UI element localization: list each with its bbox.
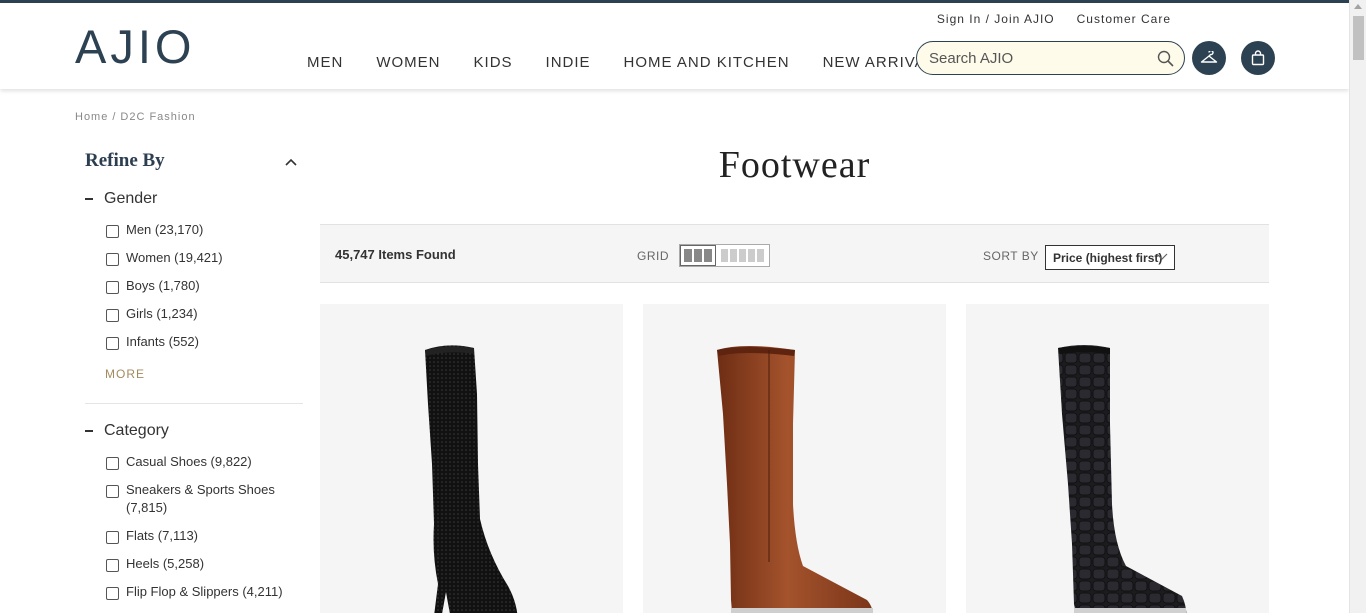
refine-title: Refine By: [85, 150, 165, 171]
customer-care-link[interactable]: Customer Care: [1077, 12, 1171, 26]
facet-gender-heading[interactable]: Gender: [85, 190, 157, 208]
filter-option-label: Flats (7,113): [126, 528, 199, 543]
bag-button[interactable]: [1241, 41, 1275, 75]
items-found-count: 45,747 Items Found: [335, 247, 456, 262]
site-header: AJIO Sign In / Join AJIO Customer Care M…: [0, 3, 1349, 89]
checkbox[interactable]: [106, 337, 119, 350]
nav-home-and-kitchen[interactable]: HOME AND KITCHEN: [624, 54, 790, 71]
facet-gender-label: Gender: [104, 190, 158, 207]
checkbox[interactable]: [106, 309, 119, 322]
breadcrumb-home[interactable]: Home: [75, 111, 108, 123]
nav-men[interactable]: MEN: [307, 54, 343, 71]
filter-option-label: Casual Shoes (9,822): [126, 454, 252, 469]
grid-3-column-button[interactable]: [680, 245, 716, 266]
checkbox[interactable]: [106, 457, 119, 470]
search-input[interactable]: [929, 49, 1149, 67]
chevron-up-icon[interactable]: [285, 156, 297, 168]
grid-5-column-button[interactable]: [716, 245, 769, 266]
facet-category-label: Category: [104, 422, 169, 439]
shopping-bag-icon: [1251, 50, 1265, 66]
checkbox[interactable]: [106, 281, 119, 294]
nav-kids[interactable]: KIDS: [474, 54, 513, 71]
filter-option-men[interactable]: Men (23,170): [106, 221, 203, 239]
filter-option-women[interactable]: Women (19,421): [106, 249, 223, 267]
page-scrollbar[interactable]: [1349, 0, 1366, 613]
filter-option-label: Heels (5,258): [126, 556, 205, 571]
scroll-thumb[interactable]: [1353, 16, 1364, 60]
facet-divider: [85, 403, 303, 404]
search-icon[interactable]: [1157, 50, 1174, 67]
nav-women[interactable]: WOMEN: [376, 54, 440, 71]
hanger-icon: [1200, 51, 1218, 63]
checkbox[interactable]: [106, 253, 119, 266]
filter-option-sneakers[interactable]: Sneakers & Sports Shoes (7,815): [106, 481, 275, 517]
filter-option-label: Girls (1,234): [126, 306, 198, 321]
breadcrumb-separator: /: [112, 111, 117, 123]
product-card[interactable]: [966, 304, 1269, 613]
checkbox[interactable]: [106, 531, 119, 544]
product-card[interactable]: [643, 304, 946, 613]
wishlist-button[interactable]: [1192, 41, 1226, 75]
results-toolbar: 45,747 Items Found GRID SORT BY Price (h…: [320, 224, 1269, 283]
facet-category-heading[interactable]: Category: [85, 422, 169, 440]
nav-indie[interactable]: INDIE: [546, 54, 591, 71]
filter-option-label: Women (19,421): [126, 250, 223, 265]
checkbox[interactable]: [106, 559, 119, 572]
ajio-logo[interactable]: AJIO: [75, 23, 195, 70]
product-card[interactable]: [320, 304, 623, 613]
filter-option-boys[interactable]: Boys (1,780): [106, 277, 200, 295]
more-gender-link[interactable]: MORE: [105, 367, 145, 381]
page-title: Footwear: [718, 144, 871, 186]
filter-option-label-line1: Sneakers & Sports Shoes: [126, 482, 275, 497]
filter-option-flats[interactable]: Flats (7,113): [106, 527, 198, 545]
filter-option-flip-flops[interactable]: Flip Flop & Slippers (4,211): [106, 583, 283, 601]
refine-panel-header: Refine By: [85, 150, 303, 172]
breadcrumb-current: D2C Fashion: [120, 111, 196, 123]
collapse-minus-icon: [85, 430, 93, 432]
grid-label: GRID: [637, 249, 669, 263]
chevron-down-icon: [1156, 253, 1168, 260]
filter-option-label: Boys (1,780): [126, 278, 200, 293]
sort-label: SORT BY: [983, 249, 1039, 263]
filter-option-label-line2: (7,815): [126, 500, 168, 515]
scroll-up-icon[interactable]: [1354, 4, 1362, 9]
checkbox[interactable]: [106, 225, 119, 238]
sort-selected-value: Price (highest first): [1053, 251, 1163, 265]
breadcrumb: Home / D2C Fashion: [75, 111, 196, 123]
filter-option-casual-shoes[interactable]: Casual Shoes (9,822): [106, 453, 252, 471]
top-links: Sign In / Join AJIO Customer Care: [937, 12, 1171, 26]
filter-option-label: Flip Flop & Slippers (4,211): [126, 584, 283, 599]
signin-link[interactable]: Sign In / Join AJIO: [937, 12, 1055, 26]
product-image-black-croc-boot[interactable]: [966, 304, 1269, 613]
filter-option-infants[interactable]: Infants (552): [106, 333, 199, 351]
filter-option-heels[interactable]: Heels (5,258): [106, 555, 204, 573]
collapse-minus-icon: [85, 198, 93, 200]
checkbox[interactable]: [106, 485, 119, 498]
filter-option-label: Men (23,170): [126, 222, 204, 237]
filter-option-label: Sneakers & Sports Shoes (7,815): [126, 481, 275, 517]
product-image-brown-leather-boot[interactable]: [643, 304, 946, 613]
filter-option-girls[interactable]: Girls (1,234): [106, 305, 198, 323]
checkbox[interactable]: [106, 587, 119, 600]
grid-toggle: [679, 244, 770, 267]
filter-option-label: Infants (552): [126, 334, 199, 349]
product-image-black-mesh-boot[interactable]: [320, 304, 623, 613]
search-box: [916, 41, 1185, 75]
main-nav: MEN WOMEN KIDS INDIE HOME AND KITCHEN NE…: [307, 54, 979, 71]
sort-dropdown[interactable]: Price (highest first): [1045, 245, 1175, 270]
